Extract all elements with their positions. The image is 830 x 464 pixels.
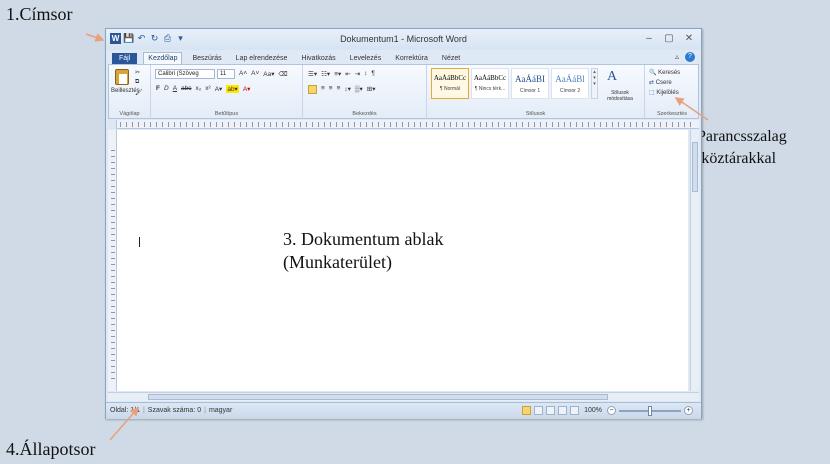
arrow-status-bar [109,406,139,441]
arrow-title-bar [85,33,105,42]
annotation-arrows [85,33,709,441]
arrow-ribbon [674,97,709,121]
